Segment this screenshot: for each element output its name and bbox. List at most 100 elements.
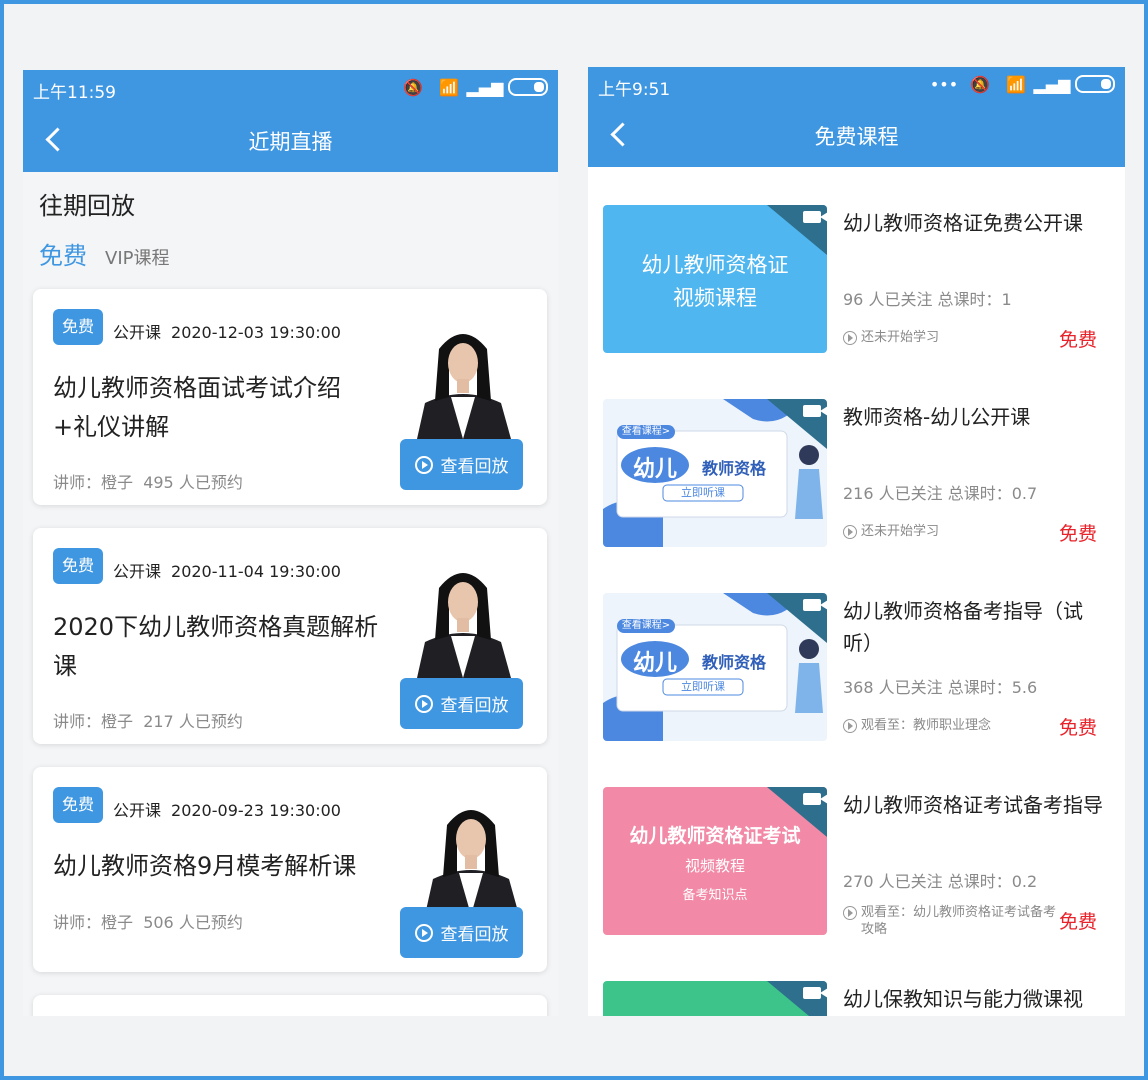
mute-icon: 🔕: [970, 74, 990, 94]
progress-text: 观看至：教师职业理念: [861, 718, 992, 733]
card-footer: 讲师：橙子 217 人已预约: [53, 708, 243, 732]
course-stats: 216 人已关注 总课时：0.7: [843, 484, 1038, 503]
nav-bar: 免费课程: [588, 103, 1125, 167]
free-badge: 免费: [53, 548, 103, 584]
status-bar: 上午9:51 ••• 🔕 📶 ▂▄▆: [588, 67, 1125, 105]
view-replay-button[interactable]: 查看回放: [400, 678, 523, 729]
play-circle-icon: [843, 719, 857, 733]
play-circle-icon: [843, 525, 857, 539]
progress-text: 还未开始学习: [861, 524, 940, 539]
course-type: 公开课: [113, 801, 162, 820]
thumb-line: 视频教程: [684, 857, 745, 875]
play-icon: [414, 455, 433, 474]
free-badge: 免费: [53, 309, 103, 345]
thumb-line: 幼儿: [632, 457, 677, 482]
thumb-line: 幼儿教师资格证考试: [629, 825, 801, 847]
play-icon: [414, 694, 433, 713]
thumb-line: 视频课程: [673, 286, 757, 310]
booked-count: 506 人已预约: [143, 913, 243, 932]
mute-icon: 🔕: [403, 77, 423, 97]
lecturer: 讲师：橙子: [53, 913, 134, 932]
study-progress: 观看至：幼儿教师资格证考试备考攻略: [843, 904, 1058, 938]
course-item[interactable]: 幼儿教师资格证考试 视频教程 备考知识点 幼儿教师资格证考试备考指导 270 人…: [603, 787, 1113, 938]
price-label: 免费: [1058, 329, 1097, 351]
signal-icon: ▂▄▆: [1033, 74, 1071, 94]
course-datetime: 2020-12-03 19:30:00: [171, 323, 341, 342]
course-thumbnail: 幼儿教师资格证考试 视频教程 备考知识点: [603, 787, 827, 935]
card-title: 幼儿教师资格9月模考解析课: [53, 852, 357, 880]
wifi-icon: 📶: [439, 77, 459, 97]
thumb-button-text: 立即听课: [681, 680, 725, 693]
video-camera-icon: [803, 405, 827, 417]
video-camera-icon: [803, 793, 827, 805]
course-thumbnail: 幼儿教师资格证 视频课程: [603, 205, 827, 353]
play-icon: [414, 923, 433, 942]
thumb-button-text: 立即听课: [681, 486, 725, 499]
live-card[interactable]: 免费 公开课 2020-09-23 19:30:00 幼儿教师资格9月模考解析课 …: [33, 767, 547, 972]
card-footer: 讲师：橙子 506 人已预约: [53, 909, 243, 933]
price-label: 免费: [1058, 523, 1097, 545]
video-camera-icon: [803, 211, 827, 223]
thumb-line: 备考知识点: [682, 888, 748, 903]
thumb-line: 幼儿: [632, 651, 677, 676]
card-meta: 公开课 2020-12-03 19:30:00: [113, 319, 341, 343]
course-thumbnail: [603, 981, 827, 1016]
view-replay-label: 查看回放: [440, 696, 509, 715]
course-title: 教师资格-幼儿公开课: [843, 405, 1031, 429]
lecturer: 讲师：橙子: [53, 473, 134, 492]
status-icons: 🔕 📶 ▂▄▆: [400, 76, 548, 98]
course-thumbnail: 查看课程> 幼儿 教师资格 立即听课: [603, 399, 827, 547]
course-item[interactable]: 幼儿教师资格证 视频课程 幼儿教师资格证免费公开课 96 人已关注 总课时：1 …: [603, 205, 1113, 353]
progress-text: 观看至：幼儿教师资格证考试备考攻略: [861, 905, 1057, 937]
free-badge: 免费: [53, 787, 103, 823]
card-title: 幼儿教师资格面试考试介绍+礼仪讲解: [53, 374, 341, 441]
progress-text: 还未开始学习: [861, 330, 940, 345]
price-label: 免费: [1058, 911, 1097, 933]
right-phone-screen: 上午9:51 ••• 🔕 📶 ▂▄▆ 免费课程 幼儿教师资格证 视频课程 幼儿教…: [588, 67, 1125, 1016]
course-item[interactable]: 查看课程> 幼儿 教师资格 立即听课 教师资格-幼儿公开课 216 人已关注 总…: [603, 399, 1113, 547]
tab-vip[interactable]: VIP课程: [105, 244, 169, 270]
course-datetime: 2020-09-23 19:30:00: [171, 801, 341, 820]
video-camera-icon: [803, 987, 827, 999]
more-dots-icon: •••: [929, 74, 959, 94]
battery-icon: [508, 78, 548, 96]
study-progress: 观看至：教师职业理念: [843, 717, 1063, 734]
view-replay-label: 查看回放: [440, 457, 509, 476]
tab-free[interactable]: 免费: [39, 236, 87, 271]
video-camera-icon: [803, 599, 827, 611]
live-card[interactable]: 免费 公开课 2020-11-04 19:30:00 2020下幼儿教师资格真题解…: [33, 528, 547, 744]
booked-count: 495 人已预约: [143, 473, 243, 492]
live-card[interactable]: 免费 公开课 2020-12-03 19:30:00 幼儿教师资格面试考试介绍+礼…: [33, 289, 547, 505]
play-circle-icon: [843, 331, 857, 345]
course-title: 幼儿教师资格证免费公开课: [843, 211, 1083, 235]
course-title: 幼儿保教知识与能力微课视: [843, 987, 1083, 1011]
wifi-icon: 📶: [1006, 74, 1026, 94]
view-replay-button[interactable]: 查看回放: [400, 439, 523, 490]
screenshot-frame: 上午11:59 🔕 📶 ▂▄▆ 近期直播 往期回放 免费 VIP课程 免费 公开…: [4, 4, 1144, 1076]
left-phone-screen: 上午11:59 🔕 📶 ▂▄▆ 近期直播 往期回放 免费 VIP课程 免费 公开…: [23, 70, 558, 1016]
course-stats: 368 人已关注 总课时：5.6: [843, 678, 1038, 697]
price-label: 免费: [1058, 717, 1097, 739]
tab-bar: 免费 VIP课程: [39, 236, 169, 271]
card-meta: 公开课 2020-09-23 19:30:00: [113, 797, 341, 821]
thumb-tag: 查看课程>: [621, 426, 671, 437]
page-title: 近期直播: [248, 130, 333, 154]
play-circle-icon: [843, 906, 857, 920]
battery-icon: [1075, 75, 1115, 93]
course-item[interactable]: 幼儿保教知识与能力微课视: [603, 981, 1113, 1016]
course-title: 幼儿教师资格备考指导（试听）: [843, 599, 1083, 655]
status-time: 上午11:59: [33, 83, 116, 103]
signal-icon: ▂▄▆: [466, 77, 504, 97]
course-datetime: 2020-11-04 19:30:00: [171, 562, 341, 581]
card-footer: 讲师：橙子 495 人已预约: [53, 469, 243, 493]
thumb-line: 教师资格: [701, 653, 766, 672]
course-thumbnail: 查看课程> 幼儿 教师资格 立即听课: [603, 593, 827, 741]
view-replay-label: 查看回放: [440, 925, 509, 944]
course-title: 幼儿教师资格证考试备考指导: [843, 793, 1103, 817]
page-title: 免费课程: [814, 125, 899, 149]
view-replay-button[interactable]: 查看回放: [400, 907, 523, 958]
course-item[interactable]: 查看课程> 幼儿 教师资格 立即听课 幼儿教师资格备考指导（试听） 368 人已…: [603, 593, 1113, 741]
lecturer-portrait: [425, 810, 519, 915]
live-card[interactable]: [33, 995, 547, 1016]
booked-count: 217 人已预约: [143, 712, 243, 731]
